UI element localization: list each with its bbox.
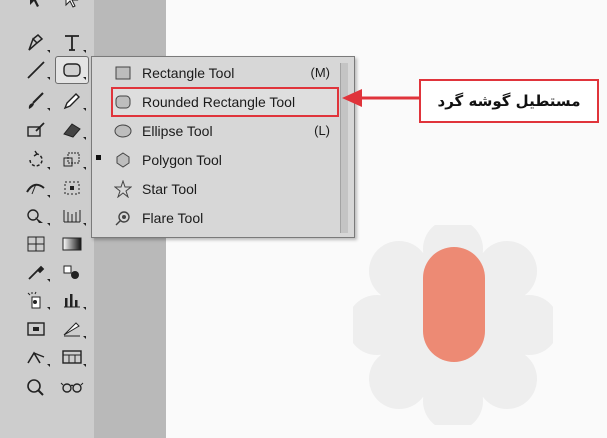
perspective-grid-tool[interactable] (56, 203, 88, 229)
glasses-tool[interactable] (56, 374, 88, 400)
shape-tools-flyout: Rectangle Tool (M) Rounded Rectangle Too… (91, 56, 355, 238)
blend-icon (63, 265, 79, 279)
menu-item-shortcut: (L) (314, 123, 330, 138)
callout-label: مستطیل گوشه گرد (419, 79, 599, 123)
blend-tool[interactable] (56, 259, 88, 285)
graph-icon (64, 294, 80, 308)
star-icon (112, 180, 134, 198)
ellipse-icon (112, 122, 134, 140)
tiling-icon (62, 350, 82, 364)
menu-item-polygon-tool[interactable]: Polygon Tool (112, 146, 338, 174)
menu-item-flare-tool[interactable]: Flare Tool (112, 204, 338, 232)
rectangle-tool[interactable] (55, 56, 89, 84)
rounded-rectangle-icon (63, 63, 81, 77)
free-transform-tool[interactable] (56, 175, 88, 201)
artwork-flower[interactable] (353, 225, 553, 425)
pen-tool[interactable] (20, 30, 52, 56)
type-icon (65, 35, 79, 51)
rotate-tool[interactable] (20, 147, 52, 173)
hand-icon (27, 351, 45, 364)
polygon-icon (112, 151, 134, 169)
shape-builder-tool[interactable] (20, 203, 52, 229)
rounded-rectangle-icon (112, 93, 134, 111)
menu-item-star-tool[interactable]: Star Tool (112, 175, 338, 203)
blob-icon (27, 122, 45, 137)
gradient-tool[interactable] (56, 231, 88, 257)
menu-item-label: Ellipse Tool (142, 123, 213, 139)
slice-tool[interactable] (56, 316, 88, 342)
tools-panel (0, 0, 95, 438)
menu-item-rounded-rectangle-tool[interactable]: Rounded Rectangle Tool (111, 87, 339, 117)
line-segment-tool[interactable] (20, 57, 52, 83)
scale-icon (63, 152, 80, 167)
print-tiling-tool[interactable] (56, 344, 88, 370)
pen-icon (28, 33, 44, 51)
width-icon (26, 183, 45, 195)
pointer-arrow (342, 89, 420, 107)
brush-icon (28, 92, 44, 109)
artboard-icon (27, 322, 45, 336)
zoom-tool[interactable] (20, 374, 52, 400)
selected-bullet (96, 155, 101, 160)
direct-selection-icon (65, 0, 79, 8)
perspective-icon (63, 210, 81, 223)
symbol-sprayer-icon (27, 291, 41, 309)
symbol-sprayer-tool[interactable] (20, 287, 52, 313)
menu-item-label: Star Tool (142, 181, 197, 197)
rectangle-icon (112, 64, 134, 82)
menu-item-ellipse-tool[interactable]: Ellipse Tool (L) (112, 117, 338, 145)
eraser-tool[interactable] (56, 117, 88, 143)
pencil-tool[interactable] (56, 88, 88, 114)
glasses-icon (60, 382, 84, 393)
zoom-icon (27, 379, 44, 396)
shape-builder-icon (27, 209, 43, 223)
paintbrush-tool[interactable] (20, 88, 52, 114)
menu-item-label: Rounded Rectangle Tool (142, 94, 296, 110)
mesh-icon (27, 236, 45, 252)
line-icon (27, 61, 45, 79)
width-tool[interactable] (20, 175, 52, 201)
free-transform-icon (64, 181, 80, 195)
gradient-icon (62, 237, 82, 251)
mesh-tool[interactable] (20, 231, 52, 257)
slice-icon (63, 322, 80, 337)
menu-item-label: Flare Tool (142, 210, 204, 226)
flare-icon (112, 209, 134, 227)
menu-item-shortcut: (M) (310, 65, 331, 80)
direct-selection-tool[interactable] (56, 0, 88, 12)
eyedropper-icon (28, 265, 45, 280)
menu-item-label: Polygon Tool (142, 152, 222, 168)
rounded-rectangle-shape (423, 247, 485, 362)
type-tool[interactable] (56, 30, 88, 56)
callout-text: مستطیل گوشه گرد (437, 92, 581, 110)
eyedropper-tool[interactable] (20, 259, 52, 285)
hand-tool[interactable] (20, 344, 52, 370)
blob-brush-tool[interactable] (20, 117, 52, 143)
menu-item-rectangle-tool[interactable]: Rectangle Tool (M) (112, 59, 338, 87)
artboard-tool[interactable] (20, 316, 52, 342)
eraser-icon (63, 123, 81, 138)
rotate-icon (29, 150, 43, 167)
menu-item-label: Rectangle Tool (142, 65, 235, 81)
pencil-icon (63, 93, 80, 110)
scale-tool[interactable] (56, 147, 88, 173)
selection-icon (30, 0, 41, 7)
column-graph-tool[interactable] (56, 287, 88, 313)
selection-tool[interactable] (20, 0, 52, 12)
